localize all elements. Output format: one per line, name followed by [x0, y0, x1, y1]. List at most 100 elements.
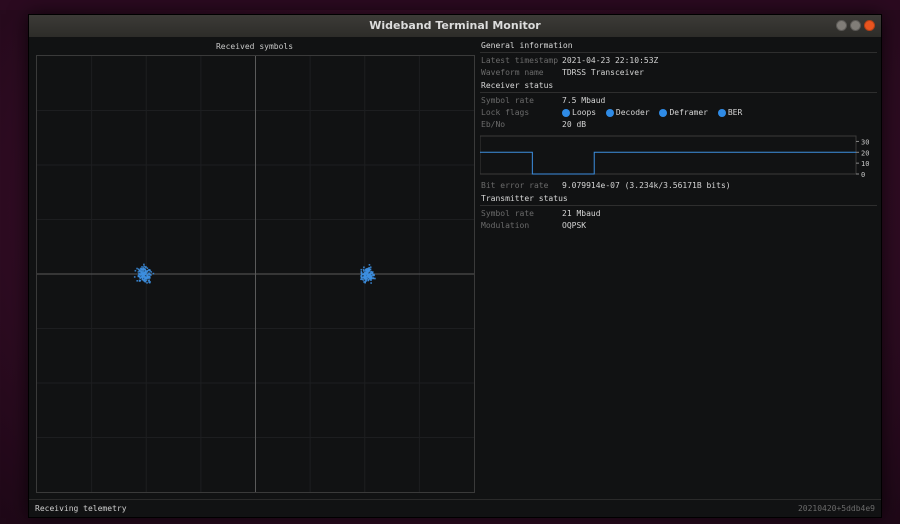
- modulation-row: Modulation OQPSK: [480, 220, 877, 232]
- symbol-cluster: [360, 264, 376, 284]
- ebno-tick-label: 20: [861, 149, 869, 157]
- lock-indicator-icon: [562, 109, 570, 117]
- symbol-point: [368, 264, 371, 266]
- ebno-history-chart: 30 20 10 0: [479, 134, 877, 179]
- ebno-tick-label: 10: [861, 160, 869, 168]
- symbol-point: [134, 269, 137, 272]
- symbol-point: [133, 276, 136, 278]
- symbol-point: [147, 276, 149, 279]
- symbol-point: [143, 273, 146, 276]
- symbol-point: [368, 276, 370, 279]
- symbol-point: [372, 277, 375, 280]
- symbol-point: [145, 279, 148, 282]
- lock-flag-decoder: Decoder: [605, 107, 650, 119]
- lock-flags-row: Lock flags Loops Decoder Deframer BER: [480, 107, 877, 119]
- tx-symbol-rate-value: 21 Mbaud: [562, 209, 601, 218]
- symbol-point: [369, 266, 372, 269]
- symbol-point: [366, 277, 369, 280]
- symbol-point: [370, 278, 372, 280]
- symbol-point: [148, 269, 150, 271]
- symbol-point: [137, 274, 140, 277]
- symbol-point: [139, 270, 141, 273]
- symbol-point: [141, 275, 144, 277]
- symbol-point: [136, 267, 138, 270]
- symbol-point: [363, 271, 366, 274]
- lock-indicator-icon: [659, 109, 668, 117]
- symbol-point: [360, 268, 363, 271]
- constellation-svg: [37, 56, 474, 492]
- receiver-status-header: Receiver status: [480, 79, 877, 93]
- symbol-point: [369, 269, 371, 271]
- symbol-point: [148, 273, 151, 275]
- rx-symbol-rate-label: Symbol rate: [481, 96, 534, 105]
- symbol-point: [143, 268, 145, 271]
- symbol-point: [145, 272, 148, 274]
- app-window: Wideband Terminal Monitor Received symbo…: [28, 14, 882, 518]
- constellation-title: Received symbols: [215, 42, 294, 51]
- symbol-point: [140, 273, 143, 276]
- symbol-point: [141, 266, 143, 268]
- lock-flag-loops: Loops: [562, 107, 596, 119]
- symbol-point: [360, 274, 363, 277]
- symbol-point: [363, 281, 365, 283]
- maximize-button[interactable]: [850, 20, 861, 31]
- version-label: 20210420+5ddb4e9: [797, 504, 875, 513]
- lock-flag-label: Loops: [572, 108, 597, 117]
- minimize-button[interactable]: [836, 20, 847, 31]
- lock-flag-ber: BER: [717, 107, 742, 119]
- symbol-point: [367, 269, 369, 271]
- tx-symbol-rate-label: Symbol rate: [481, 209, 534, 218]
- symbol-point: [362, 268, 365, 271]
- timestamp-row: Latest timestamp 2021-04-23 22:10:53Z: [480, 55, 877, 67]
- symbol-point: [146, 282, 148, 284]
- ber-row: Bit error rate 9.079914e-07 (3.234k/3.56…: [480, 180, 877, 192]
- waveform-row: Waveform name TDRSS Transceiver: [480, 67, 877, 79]
- constellation-plot: [36, 55, 475, 493]
- symbol-point: [146, 267, 149, 270]
- symbol-point: [362, 273, 365, 275]
- ber-label: Bit error rate: [481, 181, 549, 190]
- ebno-tick-label: 0: [861, 171, 865, 178]
- symbol-point: [146, 274, 149, 276]
- symbol-point: [372, 273, 375, 276]
- transmitter-status-header: Transmitter status: [480, 192, 877, 206]
- symbol-point: [149, 276, 151, 278]
- status-message: Receiving telemetry: [35, 504, 127, 513]
- symbol-point: [362, 276, 365, 278]
- desktop-background: [0, 0, 900, 10]
- symbol-point: [140, 269, 142, 272]
- timestamp-value: 2021-04-23 22:10:53Z: [562, 56, 659, 65]
- symbol-point: [370, 272, 373, 275]
- symbol-point: [137, 271, 140, 273]
- modulation-label: Modulation: [481, 221, 530, 230]
- lock-flag-label: Decoder: [615, 108, 650, 117]
- symbol-point: [361, 276, 363, 279]
- rx-symbol-rate-row: Symbol rate 7.5 Mbaud: [480, 95, 877, 107]
- symbol-point: [143, 263, 145, 266]
- constellation-panel: Received symbols: [34, 39, 475, 493]
- title-bar[interactable]: Wideband Terminal Monitor: [29, 15, 881, 37]
- ebno-row: Eb/No 20 dB: [480, 119, 877, 131]
- symbol-point: [148, 281, 150, 283]
- info-panel: General information Latest timestamp 202…: [479, 39, 877, 493]
- symbol-point: [143, 265, 145, 268]
- symbol-point: [364, 270, 367, 272]
- ebno-value: 20 dB: [562, 120, 587, 129]
- lock-flag-deframer: Deframer: [659, 107, 708, 119]
- symbol-point: [139, 276, 141, 279]
- close-button[interactable]: [864, 20, 875, 31]
- status-bar: Receiving telemetry 20210420+5ddb4e9: [29, 499, 881, 517]
- symbol-point: [362, 279, 365, 281]
- ebno-label: Eb/No: [481, 120, 506, 129]
- symbol-point: [141, 278, 144, 281]
- symbol-point: [364, 274, 366, 277]
- waveform-value: TDRSS Transceiver: [562, 68, 644, 77]
- ber-value: 9.079914e-07 (3.234k/3.56171B bits): [562, 181, 731, 190]
- symbol-point: [363, 266, 365, 269]
- symbol-point: [367, 279, 369, 282]
- rx-symbol-rate-value: 7.5 Mbaud: [562, 96, 606, 105]
- symbol-point: [141, 268, 144, 270]
- general-info-header: General information: [480, 39, 877, 53]
- symbol-point: [147, 279, 150, 282]
- ebno-frame: [479, 135, 857, 175]
